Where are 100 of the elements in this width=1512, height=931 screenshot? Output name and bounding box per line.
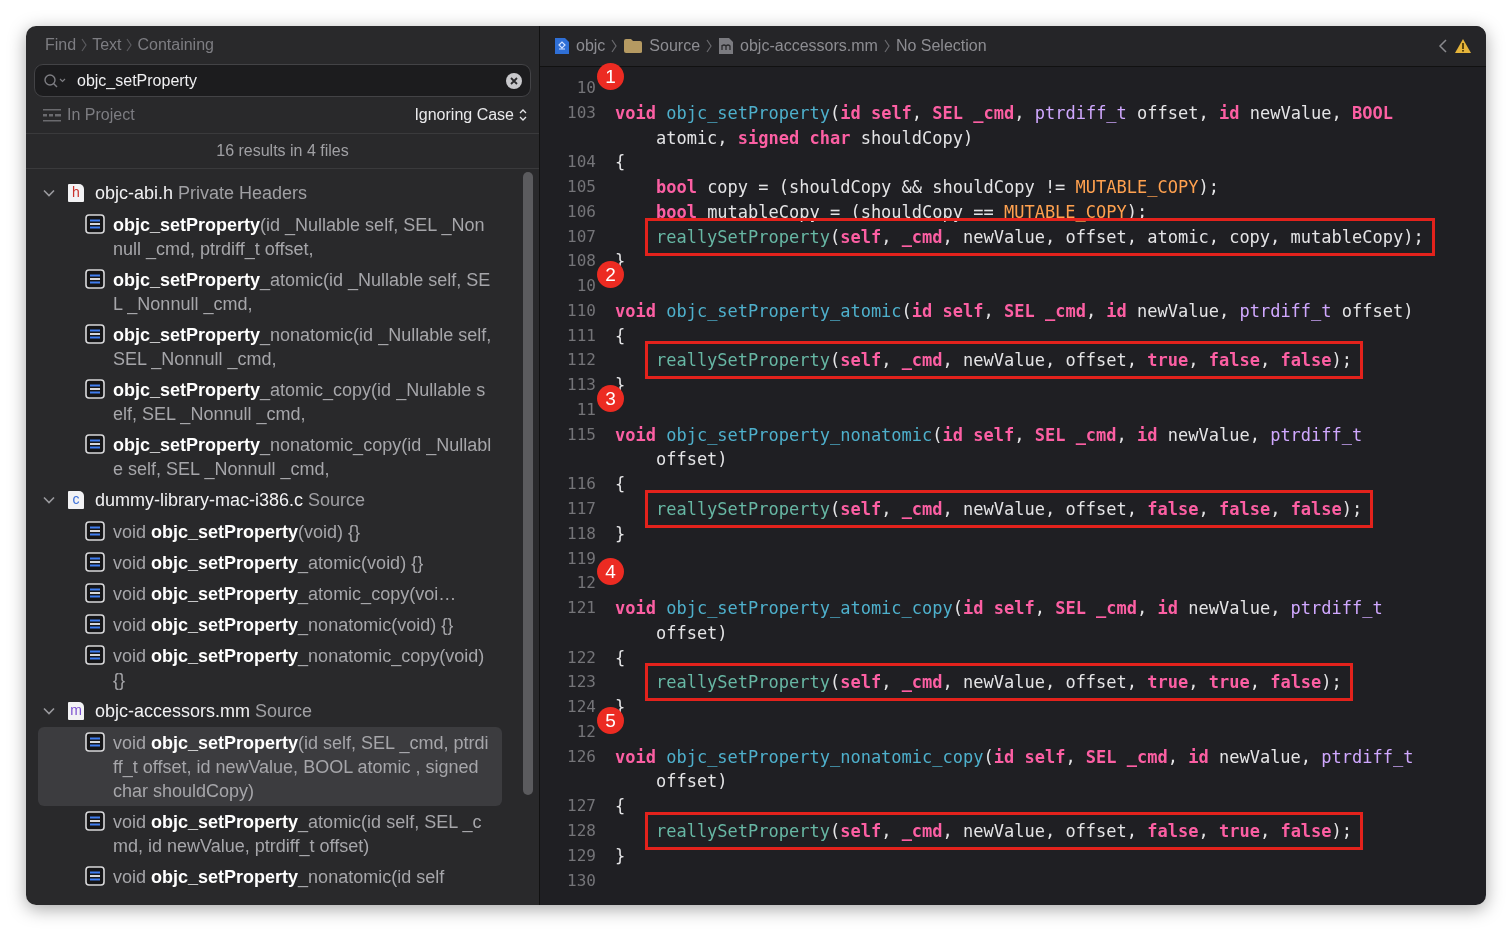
line-number: 111 — [567, 325, 596, 345]
line-number: 107 — [567, 226, 596, 246]
line-number: 103 — [567, 102, 596, 122]
line-number: 104 — [567, 152, 596, 172]
line-number: 118 — [567, 523, 596, 543]
code-line: atomic, signed char shouldCopy) — [655, 127, 974, 148]
chevron-icon — [126, 38, 133, 52]
file-name: objc-accessors.mm — [95, 700, 251, 722]
find-mode-option[interactable]: Find — [45, 36, 77, 54]
line-number: 10 — [576, 276, 596, 296]
line-number: 121 — [567, 598, 596, 618]
line-number: 129 — [567, 845, 596, 865]
match-text: objc_setProperty_nonatomic_copy(id _Nullable self, SEL _Nonnull _cmd, — [113, 434, 492, 481]
match-row[interactable]: void objc_setProperty_nonatomic(void) {} — [38, 609, 502, 640]
file-name: dummy-library-mac-i386.c — [95, 489, 304, 511]
scope-icon — [42, 108, 62, 122]
code-line: { — [615, 152, 626, 173]
match-text: void objc_setProperty(id self, SEL _cmd, ptrdiff_t offset, id newValue, BOOL atomic , signed char shouldCopy) — [113, 732, 490, 803]
code-line: offset) — [655, 449, 728, 470]
project-icon — [554, 37, 570, 55]
code-line: offset) — [655, 622, 728, 643]
match-row[interactable]: objc_setProperty_nonatomic(id _Nullable self, SEL _Nonnull _cmd, — [38, 319, 502, 374]
clear-icon[interactable] — [506, 72, 522, 89]
search-field[interactable]: objc_setProperty — [77, 71, 496, 90]
find-mode-option[interactable]: Text — [92, 36, 122, 54]
line-number: 130 — [567, 870, 596, 890]
code-line: offset) — [655, 771, 728, 792]
code-line: { — [615, 325, 626, 346]
line-number: 12 — [576, 573, 596, 593]
match-text: void objc_setProperty(void) {} — [113, 521, 361, 544]
step-badge: 4 — [597, 558, 624, 586]
match-row[interactable]: void objc_setProperty(void) {} — [38, 516, 502, 547]
case-option[interactable]: Ignoring Case — [414, 106, 514, 124]
code-line: { — [615, 647, 626, 668]
file-result-row[interactable]: m objc-accessors.mm Source — [26, 695, 539, 727]
code-line: { — [615, 796, 626, 817]
match-text: void objc_setProperty_atomic(void) {} — [113, 552, 424, 575]
path-item[interactable]: objc — [576, 37, 606, 55]
code-line: void objc_setProperty(id self, SEL _cmd, ptrdiff_t offset, id newValue, BOOL — [615, 102, 1393, 123]
match-text: void objc_setProperty_atomic_copy(voi… — [113, 583, 457, 606]
file-result-row[interactable]: h objc-abi.h Private Headers — [26, 177, 539, 209]
match-row[interactable]: objc_setProperty_atomic(id _Nullable self, SEL _Nonnull _cmd, — [38, 264, 502, 319]
match-text: objc_setProperty_nonatomic(id _Nullable self, SEL _Nonnull _cmd, — [113, 324, 492, 371]
match-row[interactable]: void objc_setProperty_atomic(id self, SEL _cmd, id newValue, ptrdiff_t offset) — [38, 806, 502, 861]
path-item[interactable]: No Selection — [895, 37, 987, 55]
code-line: void objc_setProperty_atomic(id self, SEL _cmd, id newValue, ptrdiff_t offset) — [615, 300, 1414, 321]
match-row[interactable]: void objc_setProperty_atomic_copy(voi… — [38, 578, 502, 609]
match-row[interactable]: objc_setProperty_nonatomic_copy(id _Nullable self, SEL _Nonnull _cmd, — [38, 429, 502, 484]
file-location: Source — [308, 489, 366, 511]
code-line: bool copy = (shouldCopy && shouldCopy != MUTABLE_COPY); — [655, 177, 1219, 198]
file-icon: c — [68, 491, 84, 509]
line-number: 127 — [567, 796, 596, 816]
chevron-icon — [883, 39, 890, 53]
file-result-row[interactable]: c dummy-library-mac-i386.c Source — [26, 484, 539, 516]
match-text: objc_setProperty_atomic(id _Nullable self, SEL _Nonnull _cmd, — [113, 269, 492, 316]
back-icon[interactable] — [1438, 38, 1448, 54]
match-text: objc_setProperty_atomic_copy(id _Nullable self, SEL _Nonnull _cmd, — [113, 379, 487, 426]
match-row[interactable]: objc_setProperty(id _Nullable self, SEL _Nonnull _cmd, ptrdiff_t offset, — [38, 209, 502, 264]
code-line: } — [615, 523, 626, 544]
file-location: Source — [255, 700, 313, 722]
code-line: void objc_setProperty_nonatomic_copy(id self, SEL _cmd, id newValue, ptrdiff_t — [615, 746, 1414, 767]
file-icon: m — [68, 702, 84, 720]
line-number: 110 — [567, 300, 596, 320]
match-text: void objc_setProperty_nonatomic(id self — [113, 866, 445, 889]
line-number: 108 — [567, 251, 596, 271]
match-row[interactable]: void objc_setProperty_nonatomic_copy(void) {} — [38, 640, 502, 695]
line-number: 10 — [576, 78, 596, 97]
warning-icon[interactable] — [1454, 38, 1472, 54]
scrollbar[interactable] — [523, 172, 533, 795]
line-number: 11 — [576, 399, 596, 419]
line-number: 123 — [567, 672, 596, 692]
line-number: 126 — [567, 746, 596, 766]
chevron-icon — [81, 38, 88, 52]
path-item[interactable]: objc-accessors.mm — [740, 37, 878, 55]
line-number: 105 — [567, 177, 596, 197]
match-text: void objc_setProperty_nonatomic_copy(void) {} — [113, 645, 486, 692]
match-row[interactable]: void objc_setProperty_nonatomic(id self — [38, 861, 502, 892]
line-number: 124 — [567, 697, 596, 717]
code-line: { — [615, 474, 626, 495]
folder-icon — [623, 38, 644, 54]
result-summary: 16 results in 4 files — [216, 142, 349, 160]
step-badge: 1 — [597, 63, 624, 90]
code-line: } — [615, 845, 626, 866]
line-number: 113 — [567, 375, 596, 395]
line-number: 122 — [567, 647, 596, 667]
file-icon — [718, 37, 735, 55]
match-row[interactable]: objc_setProperty_atomic_copy(id _Nullable self, SEL _Nonnull _cmd, — [38, 374, 502, 429]
find-mode-option[interactable]: Containing — [137, 36, 214, 54]
scope-option[interactable]: In Project — [67, 106, 410, 124]
line-number: 119 — [567, 548, 596, 568]
search-icon — [43, 72, 67, 89]
file-icon: h — [68, 184, 84, 202]
match-row[interactable]: void objc_setProperty(id self, SEL _cmd, ptrdiff_t offset, id newValue, BOOL atomic , signed char shouldCopy) — [38, 727, 502, 806]
search-bar[interactable]: objc_setProperty — [34, 64, 531, 97]
line-number: 117 — [567, 499, 596, 518]
line-number: 116 — [567, 474, 596, 494]
code-line: void objc_setProperty_atomic_copy(id self, SEL _cmd, id newValue, ptrdiff_t — [615, 598, 1383, 619]
path-item[interactable]: Source — [649, 37, 701, 55]
match-row[interactable]: void objc_setProperty_atomic(void) {} — [38, 547, 502, 578]
line-number: 106 — [567, 201, 596, 221]
